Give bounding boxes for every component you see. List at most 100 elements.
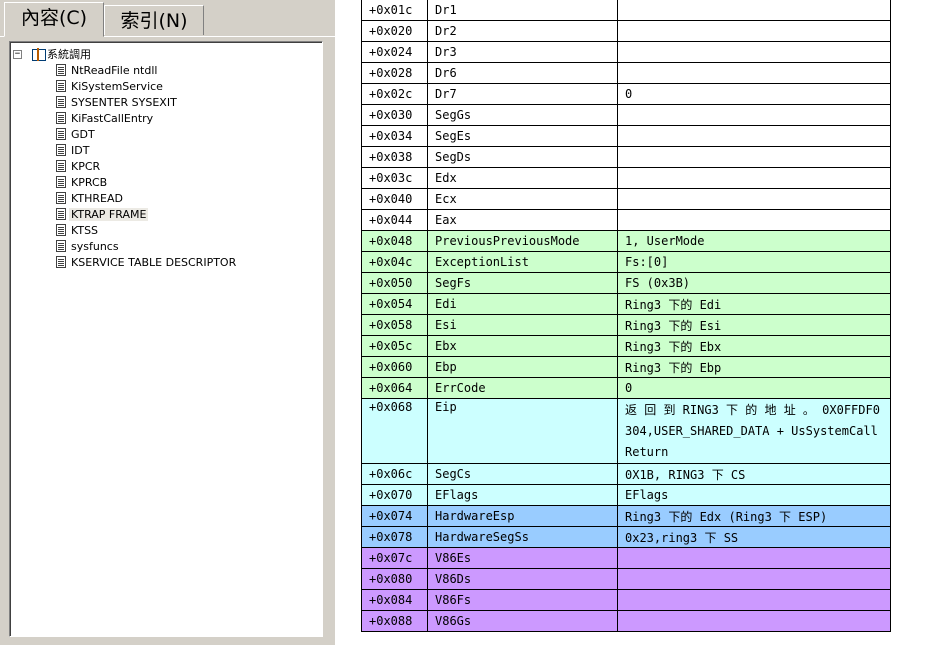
field-name-cell: ErrCode [427, 377, 618, 399]
field-name-cell: Dr3 [427, 41, 618, 63]
field-name-cell: SegFs [427, 272, 618, 294]
field-name-cell: Dr2 [427, 20, 618, 42]
table-row: +0x084 V86Fs [361, 589, 891, 611]
value-cell: Ring3 下的 Ebp [617, 356, 891, 378]
value-cell: Ring3 下的 Esi [617, 314, 891, 336]
tree-item-label[interactable]: KPRCB [69, 176, 109, 189]
tree-item[interactable]: KiFastCallEntry [56, 110, 155, 126]
tree-item[interactable]: IDT [56, 142, 91, 158]
tree-item[interactable]: KTRAP FRAME [56, 206, 149, 222]
help-page-icon [56, 144, 66, 156]
offset-cell: +0x038 [361, 146, 428, 168]
offset-cell: +0x044 [361, 209, 428, 231]
collapse-toggle-icon[interactable]: − [13, 49, 22, 59]
offset-cell: +0x07c [361, 547, 428, 569]
value-cell: 0 [617, 83, 891, 105]
value-cell: 0X1B, RING3 下 CS [617, 463, 891, 485]
tree-item-label[interactable]: KTSS [69, 224, 100, 237]
tree-item[interactable]: KPCR [56, 158, 102, 174]
field-name-cell: Ebx [427, 335, 618, 357]
help-page-icon [56, 240, 66, 252]
table-row: +0x060 Ebp Ring3 下的 Ebp [361, 356, 891, 378]
help-page-icon [56, 112, 66, 124]
field-name-cell: Dr7 [427, 83, 618, 105]
tree-item[interactable]: KSERVICE TABLE DESCRIPTOR [56, 254, 238, 270]
offset-cell: +0x070 [361, 484, 428, 506]
tree-item-label[interactable]: KSERVICE TABLE DESCRIPTOR [69, 256, 238, 269]
tree-item-label[interactable]: KiSystemService [69, 80, 165, 93]
tree-root-node[interactable]: − 系統調用 [13, 46, 93, 62]
value-cell: Ring3 下的 Ebx [617, 335, 891, 357]
tree-item-label[interactable]: GDT [69, 128, 97, 141]
offset-cell: +0x080 [361, 568, 428, 590]
tree-item[interactable]: KiSystemService [56, 78, 165, 94]
tree-item-label[interactable]: KiFastCallEntry [69, 112, 155, 125]
tree-item[interactable]: KTHREAD [56, 190, 125, 206]
offset-cell: +0x040 [361, 188, 428, 210]
table-row: +0x05c Ebx Ring3 下的 Ebx [361, 335, 891, 357]
tree-item-label[interactable]: KTRAP FRAME [69, 207, 149, 221]
table-row: +0x03c Edx [361, 167, 891, 189]
field-name-cell: HardwareSegSs [427, 526, 618, 548]
field-name-cell: EFlags [427, 484, 618, 506]
tree-item[interactable]: KPRCB [56, 174, 109, 190]
table-row: +0x054 Edi Ring3 下的 Edi [361, 293, 891, 315]
table-row: +0x06c SegCs 0X1B, RING3 下 CS [361, 463, 891, 485]
offset-cell: +0x088 [361, 610, 428, 632]
table-row: +0x028 Dr6 [361, 62, 891, 84]
field-name-cell: V86Gs [427, 610, 618, 632]
value-cell: Ring3 下的 Edx (Ring3 下 ESP) [617, 505, 891, 527]
tree-item[interactable]: SYSENTER SYSEXIT [56, 94, 179, 110]
table-row: +0x080 V86Ds [361, 568, 891, 590]
offset-cell: +0x034 [361, 125, 428, 147]
tree-item[interactable]: GDT [56, 126, 97, 142]
value-cell [617, 209, 891, 231]
value-cell: Ring3 下的 Edi [617, 293, 891, 315]
tree-item-label[interactable]: sysfuncs [69, 240, 121, 253]
offset-cell: +0x02c [361, 83, 428, 105]
offset-cell: +0x058 [361, 314, 428, 336]
table-row: +0x078 HardwareSegSs 0x23,ring3 下 SS [361, 526, 891, 548]
value-cell [617, 610, 891, 632]
offset-cell: +0x020 [361, 20, 428, 42]
help-page-icon [56, 128, 66, 140]
table-row: +0x074 HardwareEsp Ring3 下的 Edx (Ring3 下 E… [361, 505, 891, 527]
field-name-cell: ExceptionList [427, 251, 618, 273]
value-cell [617, 167, 891, 189]
tab-contents[interactable]: 內容(C) [4, 2, 104, 37]
help-page-icon [56, 64, 66, 76]
tree-item-label[interactable]: KPCR [69, 160, 102, 173]
tab-index[interactable]: 索引(N) [104, 5, 204, 35]
value-cell [617, 188, 891, 210]
tree-item-label[interactable]: NtReadFile ntdll [69, 64, 159, 77]
tree-item[interactable]: sysfuncs [56, 238, 121, 254]
offset-cell: +0x01c [361, 0, 428, 21]
contents-tree[interactable]: − 系統調用 NtReadFile ntdll KiSystemService SY… [9, 41, 323, 637]
help-page-icon [56, 160, 66, 172]
tree-item-label[interactable]: KTHREAD [69, 192, 125, 205]
field-name-cell: Esi [427, 314, 618, 336]
offset-cell: +0x068 [361, 398, 428, 464]
offset-cell: +0x03c [361, 167, 428, 189]
table-row: +0x024 Dr3 [361, 41, 891, 63]
tree-item-label[interactable]: SYSENTER SYSEXIT [69, 96, 179, 109]
offset-cell: +0x048 [361, 230, 428, 252]
tree-root-label[interactable]: 系統調用 [45, 46, 93, 62]
tree-item-label[interactable]: IDT [69, 144, 91, 157]
help-page-icon [56, 176, 66, 188]
value-cell [617, 20, 891, 42]
table-row: +0x058 Esi Ring3 下的 Esi [361, 314, 891, 336]
table-row: +0x034 SegEs [361, 125, 891, 147]
help-page-icon [56, 96, 66, 108]
table-row: +0x064 ErrCode 0 [361, 377, 891, 399]
value-cell: FS (0x3B) [617, 272, 891, 294]
offset-cell: +0x078 [361, 526, 428, 548]
field-name-cell: Dr1 [427, 0, 618, 21]
table-row: +0x068 Eip 返 回 到 RING3 下 的 地 址 。 0X0FFDF03… [361, 398, 891, 464]
offset-cell: +0x028 [361, 62, 428, 84]
value-cell: 0 [617, 377, 891, 399]
value-cell: EFlags [617, 484, 891, 506]
tree-item[interactable]: KTSS [56, 222, 100, 238]
tree-item[interactable]: NtReadFile ntdll [56, 62, 159, 78]
table-row: +0x044 Eax [361, 209, 891, 231]
